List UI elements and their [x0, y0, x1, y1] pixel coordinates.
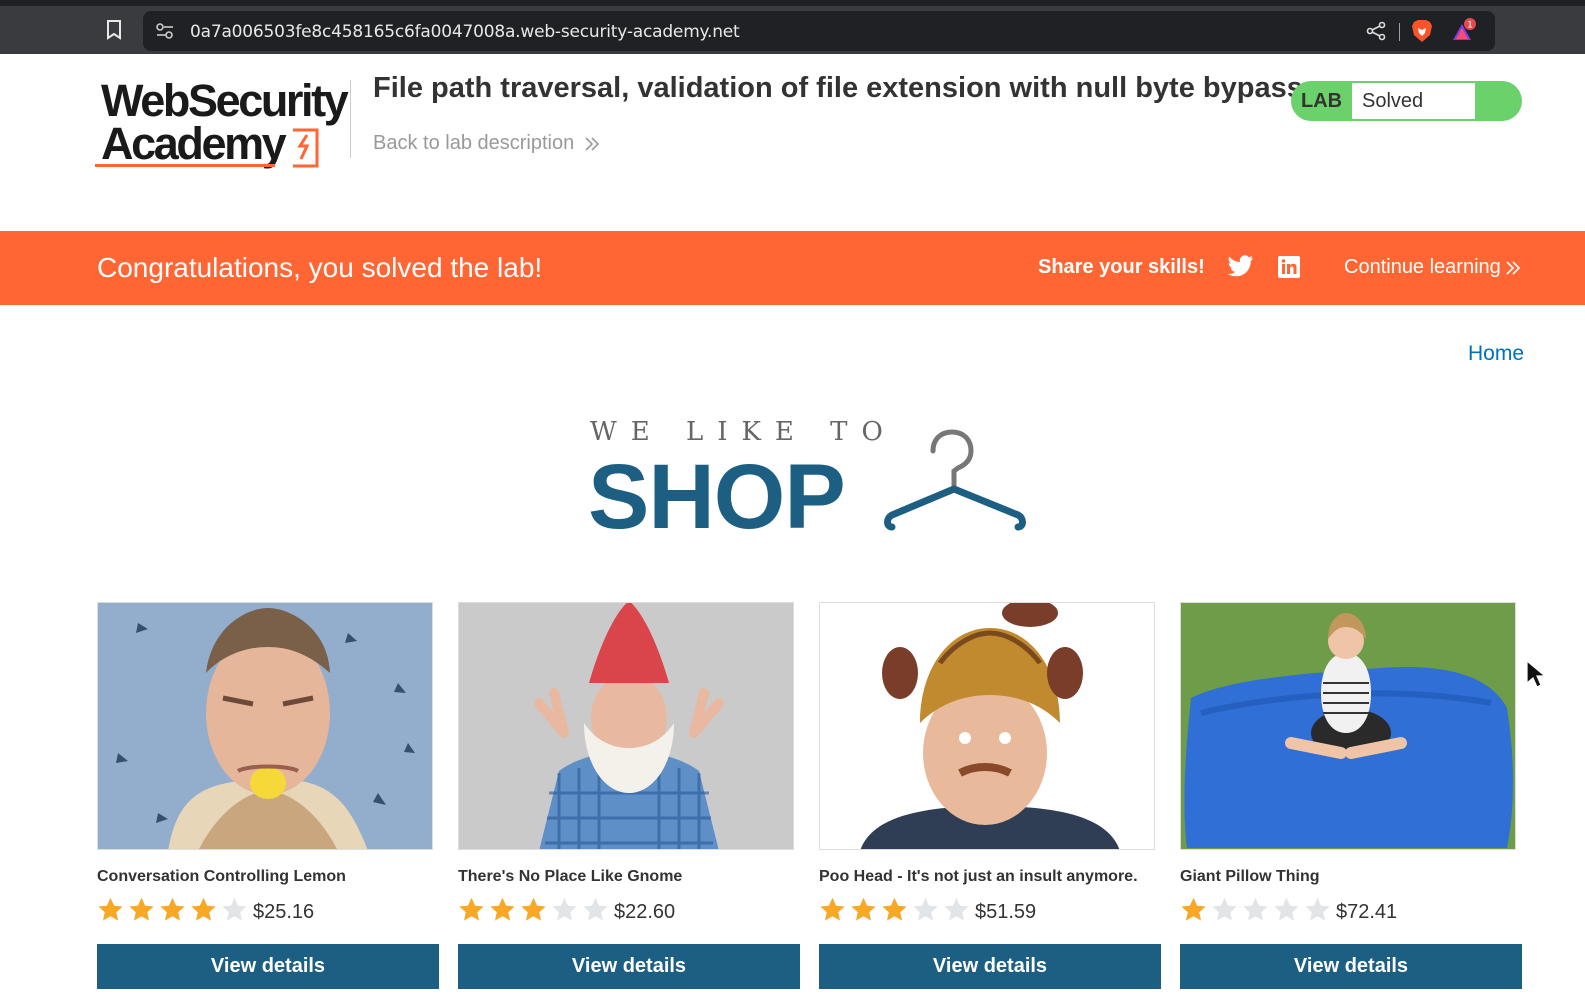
linkedin-icon[interactable] [1277, 255, 1301, 279]
product-image [97, 602, 433, 850]
address-bar-separator [1399, 23, 1400, 41]
double-chevron-right-icon [1506, 260, 1520, 275]
star-filled-icon [459, 897, 484, 921]
star-filled-icon [98, 897, 123, 921]
lab-header: WebSecurity Academy File path traversal,… [0, 54, 1585, 231]
star-filled-icon [160, 897, 185, 921]
bookmark-icon[interactable] [104, 18, 124, 42]
star-empty-icon [552, 897, 577, 921]
logo-underline [95, 164, 275, 167]
header-divider [350, 80, 351, 158]
view-details-button[interactable]: View details [458, 944, 800, 989]
logo-text-line1: WebSecurity [101, 75, 349, 126]
share-icon[interactable] [1365, 21, 1387, 41]
product-rating [458, 894, 609, 924]
star-filled-icon [820, 897, 845, 921]
star-filled-icon [490, 897, 515, 921]
star-empty-icon [1243, 897, 1268, 921]
brave-rewards-icon[interactable]: 1 [1451, 18, 1477, 44]
rewards-badge-count: 1 [1467, 21, 1473, 31]
view-details-button[interactable]: View details [97, 944, 439, 989]
view-details-button[interactable]: View details [819, 944, 1161, 989]
url-text[interactable]: 0a7a006503fe8c458165c6fa0047008a.web-sec… [190, 22, 740, 42]
lab-title: File path traversal, validation of file … [373, 72, 1303, 104]
product-price: $25.16 [253, 901, 315, 923]
view-details-button[interactable]: View details [1180, 944, 1522, 989]
product-price: $72.41 [1336, 901, 1398, 923]
star-filled-icon [851, 897, 876, 921]
address-bar[interactable]: 0a7a006503fe8c458165c6fa0047008a.web-sec… [143, 11, 1495, 51]
lab-status-value: Solved [1362, 90, 1424, 112]
twitter-icon[interactable] [1228, 255, 1254, 279]
logo-bolt-icon [293, 128, 319, 168]
shop-tagline: WE LIKE TO [590, 417, 897, 447]
star-empty-icon [1274, 897, 1299, 921]
star-empty-icon [583, 897, 608, 921]
star-filled-icon [1181, 897, 1206, 921]
solved-banner: Congratulations, you solved the lab! Sha… [0, 231, 1585, 305]
product-image [819, 602, 1155, 850]
product-rating [819, 894, 970, 924]
star-filled-icon [521, 897, 546, 921]
continue-learning-link[interactable]: Continue learning [1344, 256, 1521, 279]
continue-learning-label: Continue learning [1344, 256, 1501, 278]
mouse-cursor-icon [1526, 660, 1544, 688]
share-skills-label: Share your skills! [1038, 256, 1205, 278]
star-filled-icon [191, 897, 216, 921]
lab-status-box: Solved [1352, 83, 1475, 119]
site-settings-icon[interactable] [155, 21, 175, 41]
star-filled-icon [882, 897, 907, 921]
logo-text-line2: Academy [101, 118, 287, 169]
brave-shield-icon[interactable] [1411, 19, 1433, 43]
product-image [458, 602, 794, 850]
product-rating [1180, 894, 1331, 924]
star-empty-icon [222, 897, 247, 921]
product-price: $51.59 [975, 901, 1037, 923]
product-name: Conversation Controlling Lemon [97, 868, 346, 885]
product-name: Giant Pillow Thing [1180, 868, 1320, 885]
double-chevron-right-icon [585, 136, 600, 151]
home-link[interactable]: Home [1468, 342, 1524, 366]
coat-hanger-icon [884, 429, 1026, 531]
product-rating [97, 894, 248, 924]
star-empty-icon [913, 897, 938, 921]
shop-word: SHOP [588, 446, 846, 548]
back-link-label: Back to lab description [373, 132, 575, 154]
product-price: $22.60 [614, 901, 676, 923]
we-like-to-shop-logo: WE LIKE TO SHOP [588, 415, 1028, 543]
star-empty-icon [1212, 897, 1237, 921]
browser-toolbar: 0a7a006503fe8c458165c6fa0047008a.web-sec… [0, 0, 1585, 54]
lab-status-label: LAB [1301, 90, 1343, 112]
star-empty-icon [1305, 897, 1330, 921]
congratulations-message: Congratulations, you solved the lab! [97, 252, 543, 283]
lab-status-widget: LAB Solved [1291, 81, 1522, 121]
web-security-academy-logo[interactable]: WebSecurity Academy [95, 75, 349, 172]
star-empty-icon [944, 897, 969, 921]
product-name: Poo Head - It's not just an insult anymo… [819, 868, 1138, 885]
product-name: There's No Place Like Gnome [458, 868, 683, 885]
product-image [1180, 602, 1516, 850]
back-to-lab-description-link[interactable]: Back to lab description [373, 132, 600, 155]
star-filled-icon [129, 897, 154, 921]
